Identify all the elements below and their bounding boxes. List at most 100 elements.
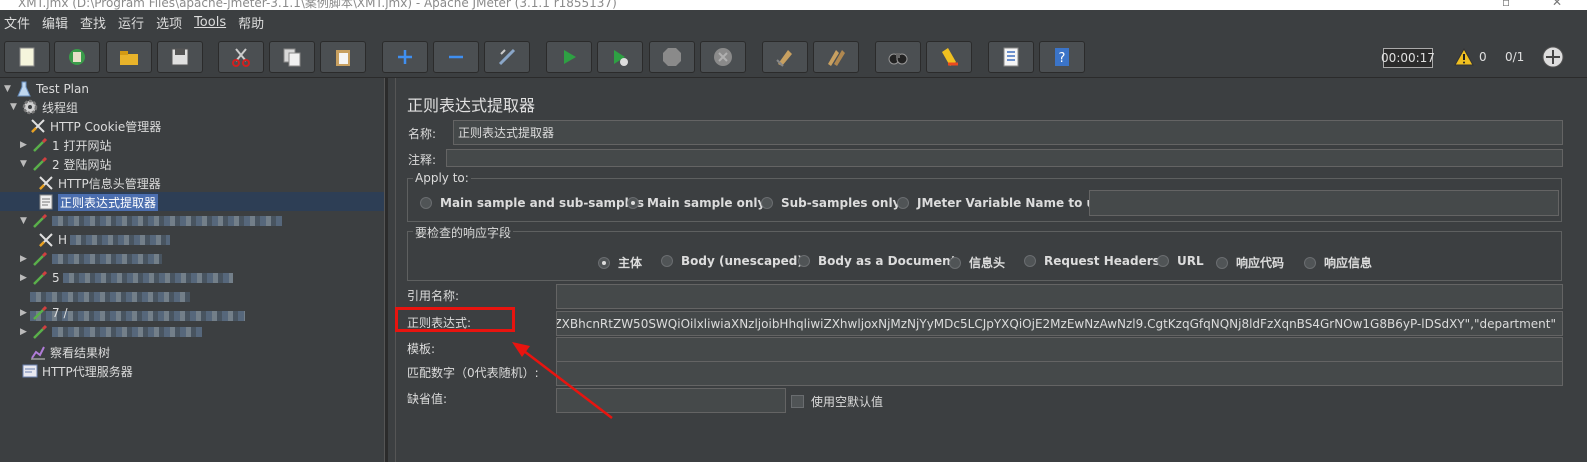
tree-item-sampler-7[interactable]: ▶ 7 / (20, 304, 68, 322)
use-empty-default-checkbox[interactable]: 使用空默认值 (791, 393, 883, 410)
wrench-icon (38, 175, 54, 191)
collapse-arrow-icon[interactable]: ▼ (20, 159, 30, 169)
tree-label: 5 (52, 271, 60, 285)
regex-field[interactable]: QiOiJ3ZWliLCJkZXBhcnRtZW50SWQiOilxliwiaX… (556, 311, 1563, 336)
toggle-button[interactable] (484, 41, 530, 73)
help-button[interactable]: ? (1039, 41, 1085, 73)
radio-jmeter-variable[interactable]: JMeter Variable Name to use (897, 196, 1110, 210)
radio-headers[interactable]: 信息头 (949, 254, 1005, 271)
tree-item-sampler-1[interactable]: ▶ 1 打开网站 (20, 136, 111, 154)
radio-dot (798, 255, 810, 267)
clear-all-button[interactable] (813, 41, 859, 73)
warning-icon[interactable] (1454, 48, 1474, 66)
tree-item-regex-extractor[interactable]: 正则表达式提取器 (38, 193, 159, 211)
tree-item-sampler-8[interactable]: ▶ (20, 323, 202, 341)
warning-count: 0 (1479, 50, 1487, 64)
tree-item-sampler-2[interactable]: ▼ 2 登陆网站 (20, 155, 111, 173)
radio-response-message[interactable]: 响应信息 (1304, 254, 1372, 271)
paste-button[interactable] (320, 41, 366, 73)
shutdown-button[interactable] (700, 41, 746, 73)
open-button[interactable] (106, 41, 152, 73)
start-button[interactable] (546, 41, 592, 73)
radio-url[interactable]: URL (1157, 254, 1204, 268)
tree-item-sampler-4[interactable]: ▶ (20, 250, 162, 268)
reset-search-button[interactable] (926, 41, 972, 73)
search-button[interactable] (875, 41, 921, 73)
copy-button[interactable] (269, 41, 315, 73)
radio-request-headers[interactable]: Request Headers (1024, 254, 1160, 268)
radio-main-and-sub[interactable]: Main sample and sub-samples (420, 196, 644, 210)
cut-button[interactable] (218, 41, 264, 73)
menu-run[interactable]: 运行 (118, 13, 144, 32)
menu-tools[interactable]: Tools (194, 15, 226, 30)
jmeter-variable-field[interactable] (1089, 190, 1559, 216)
expand-arrow-icon[interactable]: ▶ (20, 273, 30, 283)
radio-label: 主体 (618, 256, 643, 270)
collapse-icon (449, 55, 463, 59)
close-icon[interactable]: ✕ (1552, 0, 1562, 9)
tree-item-cookie-manager[interactable]: HTTP Cookie管理器 (30, 117, 161, 135)
clear-button[interactable] (762, 41, 808, 73)
radio-dot (1216, 256, 1228, 269)
tree-item-result-tree[interactable]: 察看结果树 (30, 343, 110, 361)
elapsed-timer: 00:00:17 (1381, 48, 1435, 68)
radio-dot (1304, 256, 1316, 269)
remote-start-icon[interactable] (1542, 46, 1564, 68)
expand-arrow-icon[interactable]: ▶ (20, 308, 30, 318)
radio-dot (1157, 255, 1169, 267)
template-field[interactable] (556, 337, 1563, 362)
template-label: 模板: (407, 342, 436, 356)
expand-arrow-icon[interactable]: ▶ (20, 254, 30, 264)
reset-search-icon (942, 48, 958, 66)
tree-item-test-plan[interactable]: ▼ Test Plan (4, 80, 89, 98)
save-button[interactable] (157, 41, 203, 73)
restore-icon[interactable]: ▫ (1502, 0, 1510, 9)
menu-search[interactable]: 查找 (80, 13, 106, 32)
default-value-field[interactable] (556, 388, 786, 413)
tree-label: 正则表达式提取器 (58, 193, 159, 211)
templates-button[interactable] (54, 41, 100, 73)
stop-button[interactable] (649, 41, 695, 73)
radio-sub-only[interactable]: Sub-samples only (761, 196, 900, 210)
match-no-field[interactable] (556, 361, 1563, 386)
tree-item-proxy[interactable]: HTTP代理服务器 (22, 362, 133, 380)
start-no-pause-icon (614, 50, 628, 66)
radio-body[interactable]: 主体 (598, 254, 642, 271)
radio-response-code[interactable]: 响应代码 (1216, 254, 1284, 271)
start-no-pause-button[interactable] (597, 41, 643, 73)
pipette-icon (32, 251, 48, 267)
expand-arrow-icon[interactable]: ▶ (20, 327, 30, 337)
tree-item-sampler-3[interactable]: ▼ (20, 212, 282, 230)
radio-main-only[interactable]: Main sample only (627, 196, 765, 210)
collapse-button[interactable] (433, 41, 479, 73)
name-field[interactable]: 正则表达式提取器 (453, 120, 1563, 145)
pipette-icon (32, 156, 48, 172)
radio-body-as-document[interactable]: Body as a Document (798, 254, 956, 268)
collapse-arrow-icon[interactable]: ▼ (4, 84, 14, 94)
new-button[interactable] (4, 41, 50, 73)
tree-label: HTTP Cookie管理器 (50, 119, 162, 134)
tree-item-sampler-5[interactable]: ▶ 5 (20, 269, 233, 287)
menu-options[interactable]: 选项 (156, 13, 182, 32)
tree-item-header-manager[interactable]: HTTP信息头管理器 (38, 174, 161, 192)
tree-label: 7 / (52, 306, 68, 320)
menu-file[interactable]: 文件 (4, 13, 30, 32)
radio-body-unescaped[interactable]: Body (unescaped) (661, 254, 803, 268)
comment-field[interactable] (446, 149, 1563, 167)
ref-name-field[interactable] (556, 284, 1563, 309)
expand-button[interactable] (382, 41, 428, 73)
menu-edit[interactable]: 编辑 (42, 13, 68, 32)
collapse-arrow-icon[interactable]: ▼ (20, 216, 30, 226)
split-pane-divider[interactable] (384, 78, 388, 462)
tree-label: HTTP代理服务器 (42, 364, 133, 379)
save-icon (171, 48, 189, 66)
collapse-arrow-icon[interactable]: ▼ (10, 102, 20, 112)
tree-item-sub-header[interactable]: H (38, 231, 171, 249)
function-helper-button[interactable] (988, 41, 1034, 73)
menu-help[interactable]: 帮助 (238, 13, 264, 32)
wrench-icon (30, 118, 46, 134)
redacted-label (30, 292, 190, 302)
gear-icon (22, 99, 38, 115)
expand-arrow-icon[interactable]: ▶ (20, 140, 30, 150)
tree-item-thread-group[interactable]: ▼ 线程组 (10, 98, 78, 116)
